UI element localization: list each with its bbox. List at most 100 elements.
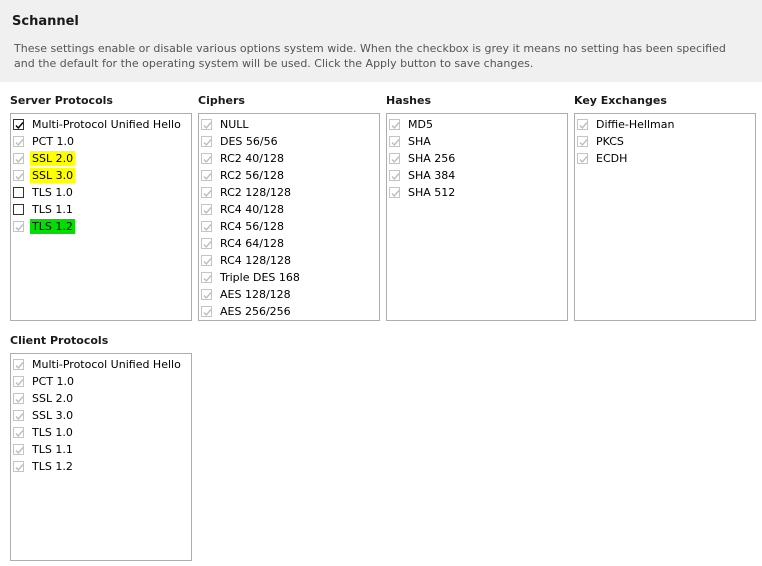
page-title: Schannel (12, 14, 79, 29)
client-protocols-item-pct-1-0[interactable]: PCT 1.0 (11, 373, 191, 390)
hashes-item-sha[interactable]: SHA (387, 133, 567, 150)
checkbox[interactable] (201, 136, 212, 147)
ciphers-item-aes-256-256[interactable]: AES 256/256 (199, 303, 379, 320)
hashes-title: Hashes (386, 94, 432, 107)
checkbox[interactable] (13, 393, 24, 404)
ciphers-item-rc2-40-128[interactable]: RC2 40/128 (199, 150, 379, 167)
checkbox[interactable] (389, 136, 400, 147)
client-protocols-list[interactable]: Multi-Protocol Unified Hello PCT 1.0 SSL 2… (10, 353, 192, 561)
checkbox[interactable] (201, 204, 212, 215)
checkbox-label: SSL 3.0 (32, 409, 74, 422)
client-protocols-item-multi-protocol-unified-hello[interactable]: Multi-Protocol Unified Hello (11, 356, 191, 373)
checkbox-label: ECDH (596, 152, 628, 165)
ciphers-item-aes-128-128[interactable]: AES 128/128 (199, 286, 379, 303)
checkbox[interactable] (389, 170, 400, 181)
checkbox-label: RC4 128/128 (220, 254, 291, 267)
hashes-list[interactable]: MD5 SHA SHA 256 SHA 384 SHA 512 (386, 113, 568, 321)
checkbox-label: NULL (220, 118, 249, 131)
checkbox[interactable] (201, 255, 212, 266)
checkbox-label: TLS 1.2 (30, 219, 75, 234)
server-protocols-item-ssl-3-0[interactable]: SSL 3.0 (11, 167, 191, 184)
client-protocols-item-ssl-3-0[interactable]: SSL 3.0 (11, 407, 191, 424)
ciphers-item-des-56-56[interactable]: DES 56/56 (199, 133, 379, 150)
checkbox-label: SHA 384 (408, 169, 456, 182)
checkbox[interactable] (201, 221, 212, 232)
ciphers-item-rc2-128-128[interactable]: RC2 128/128 (199, 184, 379, 201)
client-protocols-title: Client Protocols (10, 334, 109, 347)
checkbox-label: AES 128/128 (220, 288, 291, 301)
checkbox[interactable] (13, 461, 24, 472)
key-exchanges-list[interactable]: Diffie-Hellman PKCS ECDH (574, 113, 756, 321)
ciphers-title: Ciphers (198, 94, 245, 107)
key-exchanges-item-pkcs[interactable]: PKCS (575, 133, 755, 150)
ciphers-item-rc4-56-128[interactable]: RC4 56/128 (199, 218, 379, 235)
checkbox[interactable] (13, 153, 24, 164)
checkbox[interactable] (577, 136, 588, 147)
checkbox-label: Triple DES 168 (220, 271, 300, 284)
client-protocols-item-ssl-2-0[interactable]: SSL 2.0 (11, 390, 191, 407)
hashes-item-sha-384[interactable]: SHA 384 (387, 167, 567, 184)
checkbox-label: TLS 1.2 (32, 460, 73, 473)
checkbox[interactable] (201, 170, 212, 181)
server-protocols-item-tls-1-1[interactable]: TLS 1.1 (11, 201, 191, 218)
checkbox[interactable] (389, 187, 400, 198)
server-protocols-item-tls-1-0[interactable]: TLS 1.0 (11, 184, 191, 201)
checkbox-label: TLS 1.0 (32, 426, 73, 439)
checkbox[interactable] (13, 359, 24, 370)
checkbox[interactable] (13, 410, 24, 421)
checkbox-label: DES 56/56 (220, 135, 278, 148)
checkbox[interactable] (13, 119, 24, 130)
ciphers-list[interactable]: NULL DES 56/56 RC2 40/128 RC2 56/128 RC2 128… (198, 113, 380, 321)
client-protocols-item-tls-1-0[interactable]: TLS 1.0 (11, 424, 191, 441)
server-protocols-list[interactable]: Multi-Protocol Unified Hello PCT 1.0 SSL 2… (10, 113, 192, 321)
checkbox[interactable] (389, 153, 400, 164)
ciphers-item-rc4-128-128[interactable]: RC4 128/128 (199, 252, 379, 269)
ciphers-item-triple-des-168[interactable]: Triple DES 168 (199, 269, 379, 286)
checkbox[interactable] (201, 238, 212, 249)
ciphers-item-null[interactable]: NULL (199, 116, 379, 133)
checkbox[interactable] (13, 376, 24, 387)
checkbox[interactable] (13, 170, 24, 181)
checkbox[interactable] (13, 136, 24, 147)
checkbox[interactable] (577, 153, 588, 164)
server-protocols-item-pct-1-0[interactable]: PCT 1.0 (11, 133, 191, 150)
client-protocols-item-tls-1-1[interactable]: TLS 1.1 (11, 441, 191, 458)
key-exchanges-item-diffie-hellman[interactable]: Diffie-Hellman (575, 116, 755, 133)
checkbox[interactable] (13, 204, 24, 215)
checkbox[interactable] (201, 272, 212, 283)
page-description: These settings enable or disable various… (14, 42, 726, 70)
checkbox[interactable] (13, 221, 24, 232)
ciphers-item-rc2-56-128[interactable]: RC2 56/128 (199, 167, 379, 184)
server-protocols-item-ssl-2-0[interactable]: SSL 2.0 (11, 150, 191, 167)
checkbox-label: TLS 1.1 (32, 203, 73, 216)
client-protocols-item-tls-1-2[interactable]: TLS 1.2 (11, 458, 191, 475)
checkbox[interactable] (201, 153, 212, 164)
checkbox-label: Diffie-Hellman (596, 118, 675, 131)
checkbox[interactable] (13, 187, 24, 198)
ciphers-item-rc4-64-128[interactable]: RC4 64/128 (199, 235, 379, 252)
checkbox-label: PCT 1.0 (32, 135, 75, 148)
server-protocols-item-tls-1-2[interactable]: TLS 1.2 (11, 218, 191, 235)
checkbox[interactable] (201, 119, 212, 130)
checkbox-label: SSL 2.0 (30, 151, 76, 166)
checkbox-label: RC4 40/128 (220, 203, 284, 216)
checkbox[interactable] (201, 289, 212, 300)
checkbox-label: Multi-Protocol Unified Hello (32, 118, 181, 131)
ciphers-item-rc4-40-128[interactable]: RC4 40/128 (199, 201, 379, 218)
checkbox-label: SHA 256 (408, 152, 456, 165)
checkbox-label: RC2 40/128 (220, 152, 284, 165)
checkbox[interactable] (201, 187, 212, 198)
key-exchanges-item-ecdh[interactable]: ECDH (575, 150, 755, 167)
hashes-item-sha-256[interactable]: SHA 256 (387, 150, 567, 167)
checkbox[interactable] (201, 306, 212, 317)
server-protocols-item-multi-protocol-unified-hello[interactable]: Multi-Protocol Unified Hello (11, 116, 191, 133)
checkbox[interactable] (577, 119, 588, 130)
checkbox-label: SHA (408, 135, 431, 148)
checkbox[interactable] (13, 427, 24, 438)
hashes-item-md5[interactable]: MD5 (387, 116, 567, 133)
hashes-item-sha-512[interactable]: SHA 512 (387, 184, 567, 201)
checkbox[interactable] (13, 444, 24, 455)
checkbox-label: RC2 56/128 (220, 169, 284, 182)
checkbox[interactable] (389, 119, 400, 130)
checkbox-label: MD5 (408, 118, 433, 131)
